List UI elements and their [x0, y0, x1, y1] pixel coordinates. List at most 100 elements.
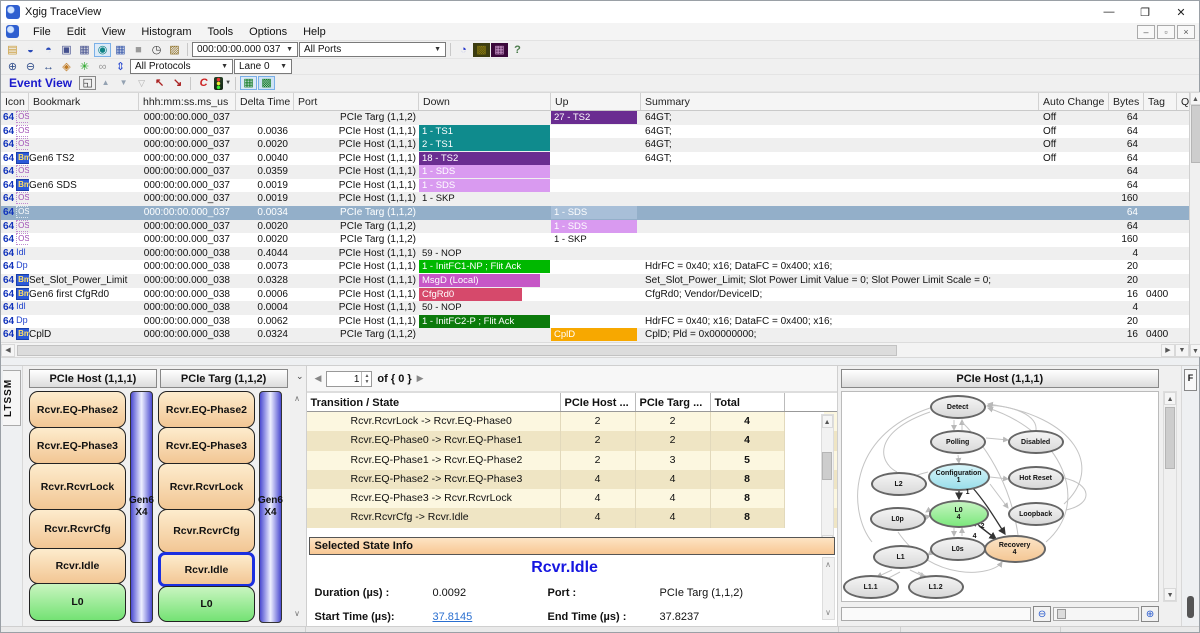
panel-splitter[interactable]	[1, 357, 1199, 366]
scroll-right-icon[interactable]: ▶	[1161, 344, 1175, 357]
restore-button[interactable]: ❐	[1127, 1, 1163, 23]
scroll-down-icon[interactable]: ∨	[294, 609, 300, 618]
table-row[interactable]: 64Idl 000:00:00.000_038 0.4044 PCIe Host…	[1, 247, 1189, 261]
menu-item[interactable]: View	[94, 24, 134, 40]
ltssm-state[interactable]: Rcvr.RcvrCfg	[158, 509, 255, 553]
ltssm-state[interactable]: Rcvr.RcvrLock	[158, 463, 255, 510]
scroll-down-icon[interactable]: ▼	[1190, 344, 1200, 357]
help-icon[interactable]: ?	[509, 43, 526, 57]
timer-icon[interactable]: ◷	[148, 43, 165, 57]
state-node[interactable]: Hot Reset	[1008, 466, 1064, 490]
decode-view-icon[interactable]: ▦	[240, 76, 257, 90]
grid-view-icon[interactable]: ▦	[112, 43, 129, 57]
column-header[interactable]: Bytes	[1109, 93, 1144, 110]
table-row[interactable]: 64OS 000:00:00.000_037 0.0359 PCIe Host …	[1, 165, 1189, 179]
column-header[interactable]: Summary	[641, 93, 1039, 110]
drag-handle[interactable]	[1187, 596, 1194, 618]
column-header[interactable]: Bookmark	[29, 93, 139, 110]
table-row[interactable]: 64OS 000:00:00.000_037 0.0020 PCIe Targ …	[1, 233, 1189, 247]
performance-icon[interactable]: ▩	[473, 43, 490, 57]
column-header[interactable]: Auto Change	[1039, 93, 1109, 110]
child-minimize-button[interactable]: –	[1137, 25, 1155, 39]
stop-icon[interactable]: ■	[130, 43, 147, 57]
expert-view-icon[interactable]: ◉	[94, 43, 111, 57]
host-column-header[interactable]: PCIe Host (1,1,1)	[29, 369, 157, 388]
ltssm-tab[interactable]: LTSSM	[3, 370, 21, 426]
menu-item[interactable]: Tools	[199, 24, 241, 40]
zoom-in-icon[interactable]: ⊕	[4, 60, 21, 74]
export-capture-icon[interactable]: ◓	[40, 43, 57, 57]
menu-item[interactable]: Histogram	[133, 24, 199, 40]
table-row[interactable]: 64Bm Gen6 first CfgRd0 000:00:00.000_038…	[1, 288, 1189, 302]
ltssm-state[interactable]: L0	[29, 583, 126, 621]
time-selector[interactable]: 000:00:00.000 037 ▼	[192, 42, 298, 57]
child-close-button[interactable]: ×	[1177, 25, 1195, 39]
scroll-up-icon[interactable]: ∧	[294, 394, 300, 403]
column-header[interactable]: Qu	[1177, 93, 1189, 110]
zoom-slider-handle[interactable]	[1057, 609, 1066, 619]
minimize-button[interactable]: —	[1091, 1, 1127, 23]
collapsed-panel-tab[interactable]: F	[1184, 369, 1197, 391]
table-row[interactable]: 64OS 000:00:00.000_037 0.0034 PCIe Targ …	[1, 206, 1189, 220]
menu-item[interactable]: Options	[241, 24, 295, 40]
state-node[interactable]: L1.1	[843, 575, 899, 599]
scroll-down-icon[interactable]: ▼	[1175, 344, 1189, 357]
start-time-link[interactable]: 37.8145	[433, 611, 548, 623]
diagram-title[interactable]: PCIe Host (1,1,1)	[841, 369, 1159, 388]
table-row[interactable]: 64Bm CplD 000:00:00.000_038 0.0324 PCIe …	[1, 328, 1189, 342]
state-node[interactable]: Detect	[930, 395, 986, 419]
prev-event-icon[interactable]: ▲	[97, 76, 114, 90]
ltssm-state[interactable]: Rcvr.RcvrLock	[29, 463, 126, 510]
transition-scrollbar[interactable]: ▲ ▼	[821, 414, 834, 549]
scroll-up-icon[interactable]: ▲	[1190, 92, 1200, 105]
table-row[interactable]: 64Bm Gen6 SDS 000:00:00.000_037 0.0019 P…	[1, 179, 1189, 193]
menu-item[interactable]: File	[25, 24, 59, 40]
scroll-up-icon[interactable]: ▲	[822, 415, 833, 428]
zoom-out-icon[interactable]: ⊖	[22, 60, 39, 74]
column-header[interactable]: PCIe Targ ...	[636, 393, 711, 411]
ltssm-state[interactable]: L0	[158, 586, 255, 622]
menu-item[interactable]: Edit	[59, 24, 94, 40]
scrollbar-thumb[interactable]	[1191, 105, 1200, 163]
search-binoculars-icon[interactable]: ∞	[94, 60, 111, 74]
scroll-down-icon[interactable]: ▼	[1164, 588, 1176, 601]
next-event-icon[interactable]: ▼	[115, 76, 132, 90]
targ-column-header[interactable]: PCIe Targ (1,1,2)	[160, 369, 288, 388]
diagram-hscrollbar[interactable]	[841, 607, 1031, 621]
info-scrollbar[interactable]: ∧ ∨	[822, 557, 835, 620]
ltssm-state[interactable]: Rcvr.RcvrCfg	[29, 509, 126, 549]
column-header[interactable]: Tag	[1144, 93, 1177, 110]
ltssm-scrollbar[interactable]: ∧ ∨	[291, 394, 304, 618]
zoom-in-icon[interactable]: ⊕	[1141, 606, 1159, 622]
page-spinner[interactable]: 1 ▲▼	[326, 371, 372, 387]
pager-prev-icon[interactable]: ◀	[315, 373, 322, 384]
table-row[interactable]: 64OS 000:00:00.000_037 0.0036 PCIe Host …	[1, 125, 1189, 139]
info-clock-icon[interactable]: ◔	[455, 43, 472, 57]
locate-icon[interactable]: ◱	[79, 76, 96, 90]
table-row[interactable]: 64OS 000:00:00.000_037 PCIe Targ (1,1,2)…	[1, 111, 1189, 125]
table-row[interactable]: 64Dp 000:00:00.000_038 0.0062 PCIe Host …	[1, 315, 1189, 329]
table-row[interactable]: 64OS 000:00:00.000_037 0.0020 PCIe Host …	[1, 138, 1189, 152]
tag-icon[interactable]: ◈	[58, 60, 75, 74]
ltssm-state[interactable]: Rcvr.EQ-Phase2	[29, 391, 126, 428]
table-row[interactable]: 64Bm Set_Slot_Power_Limit 000:00:00.000_…	[1, 274, 1189, 288]
state-node[interactable]: Polling	[930, 430, 986, 454]
transition-row[interactable]: Rcvr.EQ-Phase3 -> Rcvr.RcvrLock 4 4 8	[307, 489, 837, 508]
child-restore-button[interactable]: ▫	[1157, 25, 1175, 39]
horizontal-scrollbar[interactable]: ◀ ▶ ▼	[1, 342, 1189, 357]
transition-row[interactable]: Rcvr.RcvrLock -> Rcvr.EQ-Phase0 2 2 4	[307, 412, 837, 431]
scrollbar-thumb[interactable]	[822, 452, 832, 480]
transition-row[interactable]: Rcvr.EQ-Phase2 -> Rcvr.EQ-Phase3 4 4 8	[307, 470, 837, 489]
table-row[interactable]: 64OS 000:00:00.000_037 0.0019 PCIe Host …	[1, 192, 1189, 206]
state-node[interactable]: L2	[871, 472, 927, 496]
vertical-scrollbar[interactable]: ▲ ▼	[1189, 92, 1200, 357]
fit-width-icon[interactable]: ↔	[40, 60, 57, 74]
report-icon[interactable]: ▨	[166, 43, 183, 57]
diagram-vscrollbar[interactable]: ▲ ▼	[1163, 391, 1177, 602]
column-header[interactable]: Delta Time	[236, 93, 294, 110]
ports-dropdown[interactable]: All Ports ▼	[299, 42, 446, 57]
column-header[interactable]: hhh:mm:ss.ms_us	[139, 93, 236, 110]
state-node[interactable]: Configuration 1	[928, 463, 990, 491]
scroll-down-icon[interactable]: ∨	[825, 608, 831, 617]
error-report-icon[interactable]: ▦	[491, 43, 508, 57]
